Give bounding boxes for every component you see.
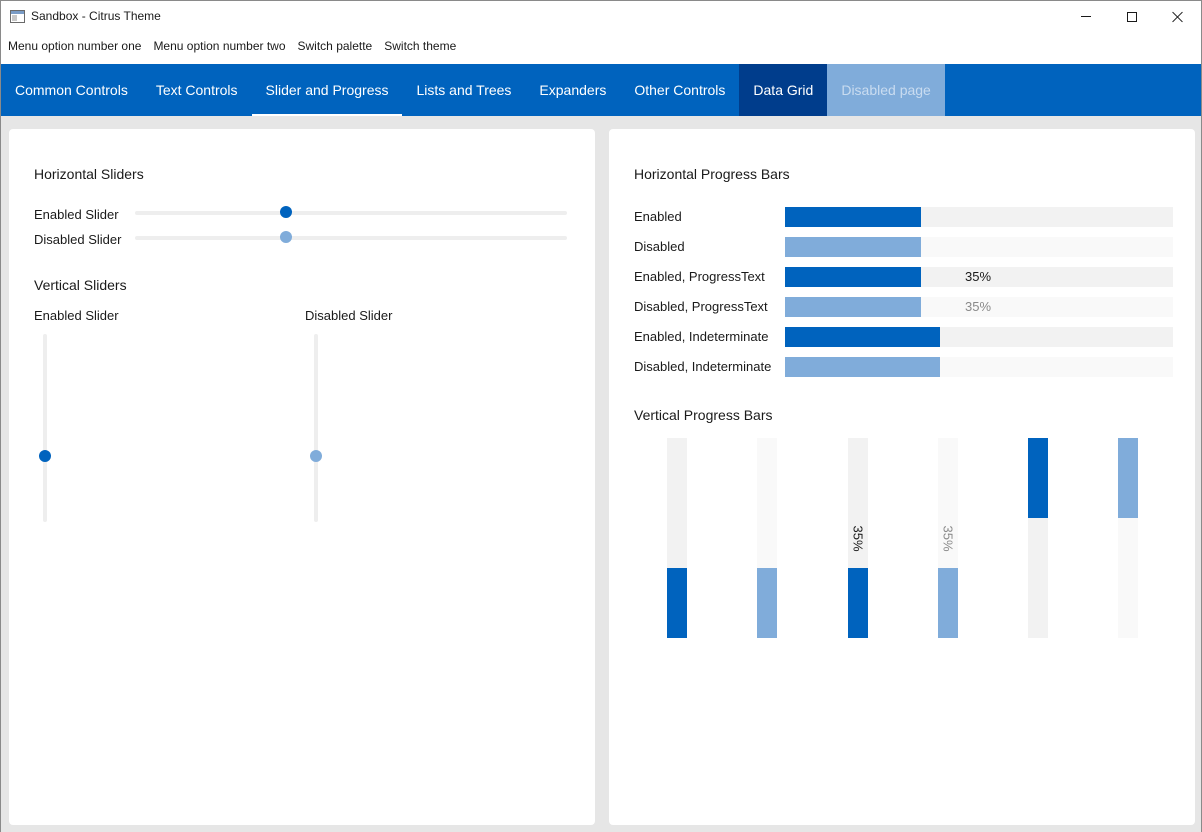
horizontal-progress-bar-enabled-progresstext: 35% xyxy=(785,267,1173,287)
enabled-horizontal-slider-thumb[interactable] xyxy=(280,206,292,218)
horizontal-progress-bar-enabled-indeterminate xyxy=(785,327,1173,347)
tab-expanders[interactable]: Expanders xyxy=(525,64,620,116)
app-window-icon xyxy=(10,10,25,23)
enabled-slider-label: Enabled Slider xyxy=(34,207,119,222)
menu-item-switch-palette[interactable]: Switch palette xyxy=(292,35,379,59)
enabled-vertical-slider-track[interactable] xyxy=(43,334,47,522)
disabled-vertical-slider-track xyxy=(314,334,318,522)
progress-text: 35% xyxy=(965,269,992,284)
progress-fill xyxy=(785,327,940,347)
tab-lists-and-trees[interactable]: Lists and Trees xyxy=(402,64,525,116)
horizontal-progress-bar-disabled-indeterminate xyxy=(785,357,1173,377)
vertical-progress-bar-5 xyxy=(1028,438,1048,638)
progress-text-wrapper: 35% xyxy=(848,438,868,638)
disabled-horizontal-slider-thumb xyxy=(280,231,292,243)
progress-label-enabled-progresstext: Enabled, ProgressText xyxy=(634,269,765,284)
menu-item-switch-theme[interactable]: Switch theme xyxy=(378,35,462,59)
progress-fill xyxy=(1028,438,1048,518)
progress-text: 35% xyxy=(965,299,992,314)
app-window: Sandbox - Citrus Theme Menu option numbe… xyxy=(0,0,1202,832)
vertical-progress-bar-2 xyxy=(757,438,777,638)
horizontal-progress-bar-disabled xyxy=(785,237,1173,257)
progress-fill xyxy=(785,237,921,257)
progress-label-enabled: Enabled xyxy=(634,209,682,224)
close-icon xyxy=(1172,11,1184,23)
progress-text-wrapper: 35% xyxy=(938,438,958,638)
menu-bar: Menu option number one Menu option numbe… xyxy=(1,35,462,59)
progress-panel: Horizontal Progress Bars Enabled Disabled… xyxy=(609,129,1195,825)
progress-fill xyxy=(667,568,687,638)
horizontal-sliders-heading: Horizontal Sliders xyxy=(34,166,144,182)
tab-data-grid[interactable]: Data Grid xyxy=(739,64,828,116)
tab-disabled-page: Disabled page xyxy=(827,64,945,116)
horizontal-progress-heading: Horizontal Progress Bars xyxy=(634,166,790,182)
vertical-progress-bar-6 xyxy=(1118,438,1138,638)
progress-fill xyxy=(785,207,921,227)
enabled-vertical-slider-label: Enabled Slider xyxy=(34,308,119,323)
tab-common-controls[interactable]: Common Controls xyxy=(1,64,142,116)
progress-fill xyxy=(785,267,921,287)
minimize-button[interactable] xyxy=(1063,1,1109,32)
sliders-panel: Horizontal Sliders Enabled Slider Disabl… xyxy=(9,129,595,825)
content-area: Horizontal Sliders Enabled Slider Disabl… xyxy=(1,116,1201,832)
progress-label-disabled-progresstext: Disabled, ProgressText xyxy=(634,299,768,314)
title-bar[interactable]: Sandbox - Citrus Theme xyxy=(1,1,1201,32)
maximize-icon xyxy=(1127,11,1137,22)
vertical-progress-bar-4: 35% xyxy=(938,438,958,638)
progress-label-enabled-indeterminate: Enabled, Indeterminate xyxy=(634,329,769,344)
progress-label-disabled-indeterminate: Disabled, Indeterminate xyxy=(634,359,772,374)
menu-item-option-two[interactable]: Menu option number two xyxy=(147,35,291,59)
progress-text: 35% xyxy=(940,524,956,552)
window-title: Sandbox - Citrus Theme xyxy=(31,9,161,23)
vertical-progress-bar-3: 35% xyxy=(848,438,868,638)
tab-strip: Common Controls Text Controls Slider and… xyxy=(1,64,1201,116)
tab-other-controls[interactable]: Other Controls xyxy=(620,64,739,116)
maximize-button[interactable] xyxy=(1109,1,1155,32)
enabled-horizontal-slider-track[interactable] xyxy=(135,211,567,215)
disabled-horizontal-slider-track xyxy=(135,236,567,240)
disabled-slider-label: Disabled Slider xyxy=(34,232,122,247)
vertical-progress-heading: Vertical Progress Bars xyxy=(634,407,773,423)
horizontal-progress-bar-enabled xyxy=(785,207,1173,227)
horizontal-progress-bar-disabled-progresstext: 35% xyxy=(785,297,1173,317)
disabled-vertical-slider-label: Disabled Slider xyxy=(305,308,393,323)
tab-slider-and-progress[interactable]: Slider and Progress xyxy=(251,64,403,116)
progress-fill xyxy=(1118,438,1138,518)
minimize-icon xyxy=(1081,16,1091,17)
progress-text: 35% xyxy=(850,524,866,552)
vertical-sliders-heading: Vertical Sliders xyxy=(34,277,127,293)
enabled-vertical-slider-thumb[interactable] xyxy=(39,450,51,462)
menu-item-option-one[interactable]: Menu option number one xyxy=(1,35,147,59)
vertical-progress-bar-1 xyxy=(667,438,687,638)
progress-fill xyxy=(757,568,777,638)
progress-fill xyxy=(785,297,921,317)
disabled-vertical-slider-thumb xyxy=(310,450,322,462)
tab-text-controls[interactable]: Text Controls xyxy=(142,64,252,116)
progress-fill xyxy=(785,357,940,377)
progress-label-disabled: Disabled xyxy=(634,239,685,254)
close-button[interactable] xyxy=(1155,1,1201,32)
